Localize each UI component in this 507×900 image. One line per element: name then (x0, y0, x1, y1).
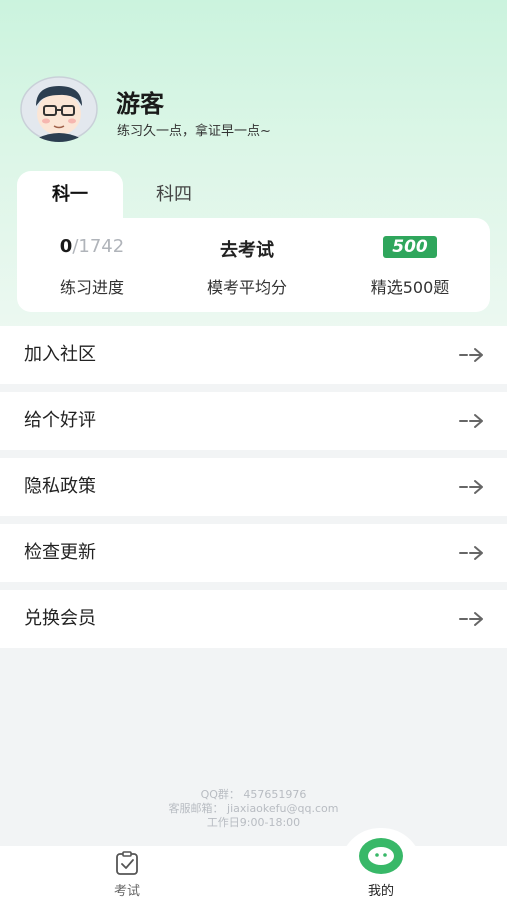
support-email-text: 客服邮箱： jiaxiaokefu@qq.com (168, 802, 339, 815)
progress-label: 练习进度 (59, 278, 124, 297)
menu-item-label: 隐私政策 (24, 476, 96, 497)
selected-questions-label: 精选500题 (370, 278, 450, 297)
progress-value: 0/1742 (17, 236, 167, 264)
progress-total: /1742 (72, 236, 125, 257)
arrow-right-icon (459, 480, 483, 494)
selected-questions-stat[interactable]: 500 精选500题 (335, 218, 485, 312)
mock-exam-label: 模考平均分 (206, 278, 287, 297)
bottom-tabbar: 考试 我的 (0, 838, 507, 900)
clipboard-check-icon (116, 851, 138, 875)
menu-item-label: 检查更新 (24, 542, 96, 563)
tabbar-item-exam[interactable]: 考试 (67, 846, 187, 900)
menu-item-label: 兑换会员 (24, 608, 96, 629)
tab-subject-four[interactable]: 科四 (121, 171, 227, 219)
arrow-right-icon (459, 546, 483, 560)
mock-exam-stat[interactable]: 去考试 模考平均分 (172, 218, 322, 312)
menu-item-label: 给个好评 (24, 410, 96, 431)
arrow-right-icon (459, 414, 483, 428)
avatar-face-icon (20, 76, 98, 142)
stats-card: 0/1742 练习进度 去考试 模考平均分 500 精选500题 (17, 218, 490, 312)
menu-item-check-update[interactable]: 检查更新 (0, 524, 507, 582)
tabbar-label-mine: 我的 (367, 884, 394, 899)
settings-menu: 加入社区 给个好评 隐私政策 检查更新 兑换会员 (0, 326, 507, 656)
user-motto: 练习久一点，拿证早一点~ (117, 124, 271, 139)
tabbar-item-mine[interactable]: 我的 (321, 838, 441, 900)
tabbar-label-exam: 考试 (113, 884, 140, 899)
avatar[interactable] (20, 76, 98, 142)
menu-item-label: 加入社区 (24, 344, 96, 365)
tab-subject-one[interactable]: 科一 (17, 171, 123, 219)
smiley-face-icon (359, 838, 403, 874)
menu-item-join-community[interactable]: 加入社区 (0, 326, 507, 384)
working-hours-text: 工作日9:00-18:00 (206, 816, 301, 829)
menu-item-give-rating[interactable]: 给个好评 (0, 392, 507, 450)
selected-500-badge: 500 (383, 236, 437, 258)
arrow-right-icon (459, 612, 483, 626)
profile-section: 游客 练习久一点，拿证早一点~ (20, 76, 480, 146)
contact-info: QQ群： 457651976 客服邮箱： jiaxiaokefu@qq.com … (0, 788, 507, 830)
progress-done: 0 (59, 236, 73, 257)
menu-item-redeem-membership[interactable]: 兑换会员 (0, 590, 507, 648)
practice-progress-stat[interactable]: 0/1742 练习进度 (17, 218, 167, 312)
selected-badge-wrap: 500 (335, 236, 485, 264)
subject-tabs: 科一 科四 (17, 171, 490, 219)
qq-group-text: QQ群： 457651976 (200, 788, 307, 801)
go-exam-link[interactable]: 去考试 (172, 236, 322, 264)
arrow-right-icon (459, 348, 483, 362)
username: 游客 (116, 90, 164, 118)
menu-item-privacy-policy[interactable]: 隐私政策 (0, 458, 507, 516)
